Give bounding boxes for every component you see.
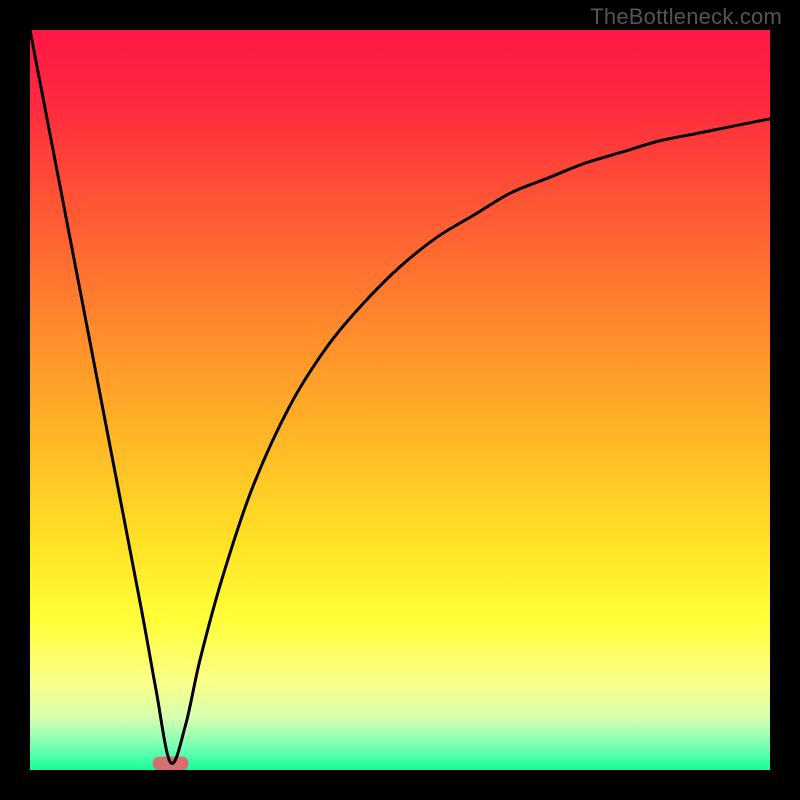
watermark-text: TheBottleneck.com (590, 4, 782, 30)
plot-area (30, 30, 770, 770)
bottleneck-chart (30, 30, 770, 770)
figure-container: TheBottleneck.com (0, 0, 800, 800)
